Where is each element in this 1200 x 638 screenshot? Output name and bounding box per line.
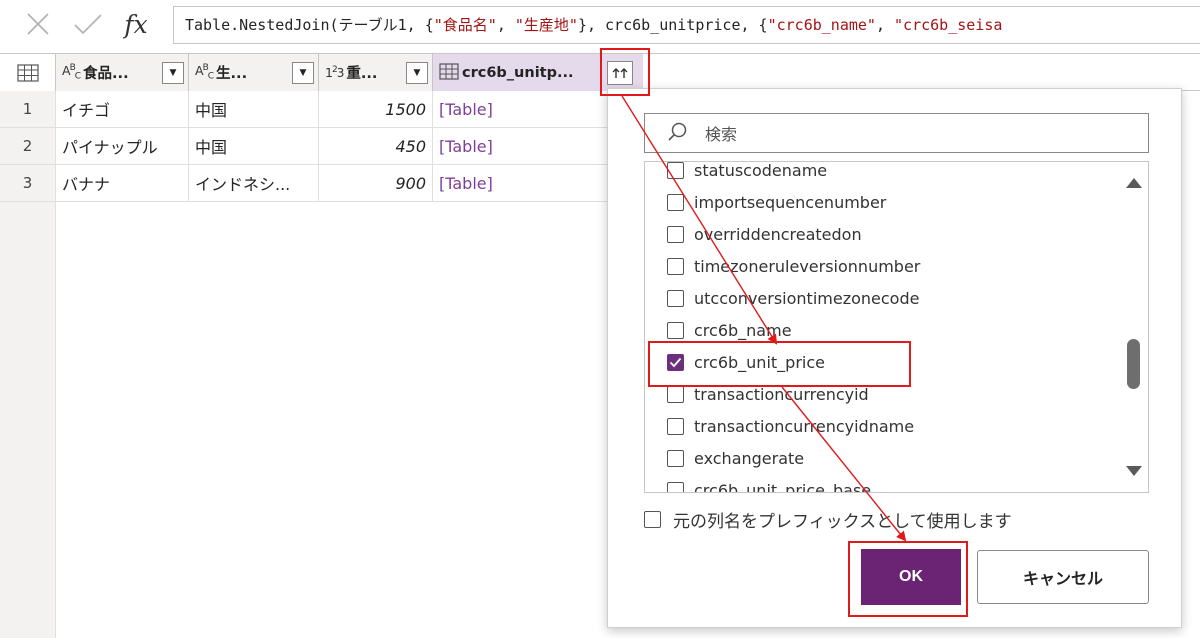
search-placeholder: 検索	[705, 125, 738, 144]
row-number: 3	[0, 165, 56, 202]
formula-string: "crc6b_seisa	[894, 16, 1003, 34]
checkbox[interactable]	[667, 321, 684, 339]
search-input[interactable]: 検索	[644, 113, 1149, 153]
formula-input[interactable]: Table.NestedJoin(テーブル1, {"食品名", "生産地"}, …	[173, 6, 1200, 44]
list-item[interactable]: crc6b_name	[645, 314, 1115, 346]
cell-food-name[interactable]: イチゴ	[56, 91, 189, 128]
text-type-icon: ABC	[62, 63, 81, 82]
cell-table-link[interactable]: [Table]	[433, 128, 620, 165]
list-item-label: crc6b_unit_price_base	[694, 480, 872, 493]
checkbox[interactable]	[667, 162, 684, 179]
list-item[interactable]: exchangerate	[645, 442, 1115, 474]
table-row: 2 パイナップル 中国 450 [Table]	[0, 128, 620, 165]
cell-origin[interactable]: 中国	[189, 128, 319, 165]
checkbox[interactable]	[667, 225, 684, 243]
fx-icon[interactable]: fx	[118, 8, 154, 40]
list-item-label: timezoneruleversionnumber	[694, 256, 921, 276]
grid-header: ABC 食品... ▼ ABC 生... ▼ 123 重... ▼ crc6b_…	[0, 53, 1200, 91]
formula-bar: fx Table.NestedJoin(テーブル1, {"食品名", "生産地"…	[0, 0, 1200, 50]
check-icon[interactable]	[72, 8, 104, 40]
column-header-food-name[interactable]: ABC 食品... ▼	[56, 54, 189, 91]
formula-text: Table.NestedJoin(テーブル1, {	[185, 16, 434, 34]
list-item-label: crc6b_name	[694, 320, 792, 340]
list-item-label: overriddencreatedon	[694, 224, 862, 244]
filter-dropdown-icon[interactable]: ▼	[162, 61, 184, 84]
list-item-label: exchangerate	[694, 448, 805, 468]
column-label: 重...	[346, 66, 378, 82]
prefix-checkbox[interactable]	[644, 511, 661, 528]
checkbox[interactable]	[667, 449, 684, 467]
column-header-origin[interactable]: ABC 生... ▼	[189, 54, 319, 91]
filter-dropdown-icon[interactable]: ▼	[292, 61, 314, 84]
row-number: 1	[0, 91, 56, 128]
table-menu-icon[interactable]	[0, 54, 56, 91]
column-label: 食品...	[83, 66, 129, 82]
formula-text: }, crc6b_unitprice, {	[577, 16, 768, 34]
list-item-label: statuscodename	[694, 161, 828, 180]
cancel-button[interactable]: キャンセル	[977, 550, 1149, 604]
search-icon	[666, 120, 692, 146]
column-header-weight[interactable]: 123 重... ▼	[319, 54, 433, 91]
formula-string: "食品名"	[433, 16, 497, 34]
list-item[interactable]: importsequencenumber	[645, 186, 1115, 218]
column-header-unitprice[interactable]: crc6b_unitp...	[433, 54, 603, 91]
list-item[interactable]: transactioncurrencyid	[645, 378, 1115, 410]
check-icon	[669, 357, 682, 367]
formula-string: "crc6b_name"	[767, 16, 876, 34]
checkbox[interactable]	[667, 289, 684, 307]
list-item[interactable]: transactioncurrencyidname	[645, 410, 1115, 442]
row-gutter	[0, 202, 56, 638]
list-item[interactable]: crc6b_unit_price	[645, 346, 1115, 378]
checkbox[interactable]	[667, 481, 684, 492]
ok-button[interactable]: OK	[861, 549, 961, 605]
expand-column-icon[interactable]	[607, 61, 633, 85]
list-item[interactable]: statuscodename	[645, 161, 1115, 186]
list-item-label: transactioncurrencyidname	[694, 416, 915, 436]
text-type-icon: ABC	[195, 63, 214, 82]
scroll-down-icon[interactable]	[1126, 466, 1142, 476]
table-type-icon	[439, 62, 459, 83]
list-item[interactable]: crc6b_unit_price_base	[645, 474, 1115, 493]
list-item[interactable]: timezoneruleversionnumber	[645, 250, 1115, 282]
list-item-label: transactioncurrencyid	[694, 384, 869, 404]
prefix-option[interactable]: 元の列名をプレフィックスとして使用します	[644, 507, 1012, 532]
cell-table-link[interactable]: [Table]	[433, 165, 620, 202]
cell-origin[interactable]: インドネシ...	[189, 165, 319, 202]
scroll-thumb[interactable]	[1127, 339, 1140, 389]
table-row: 3 バナナ インドネシ... 900 [Table]	[0, 165, 620, 202]
formula-text: ,	[875, 16, 895, 34]
list-item-label: importsequencenumber	[694, 192, 887, 212]
list-item[interactable]: utcconversiontimezonecode	[645, 282, 1115, 314]
checkbox[interactable]	[667, 193, 684, 211]
cell-weight[interactable]: 900	[319, 165, 433, 202]
cell-table-link[interactable]: [Table]	[433, 91, 620, 128]
list-item-label: crc6b_unit_price	[694, 352, 825, 372]
checkbox[interactable]	[667, 257, 684, 275]
column-label: 生...	[216, 66, 248, 82]
scroll-up-icon[interactable]	[1126, 178, 1142, 188]
checkbox[interactable]	[667, 385, 684, 403]
row-number: 2	[0, 128, 56, 165]
close-icon[interactable]	[22, 8, 54, 40]
column-label: crc6b_unitp...	[462, 64, 574, 81]
cell-origin[interactable]: 中国	[189, 91, 319, 128]
list-item-label: utcconversiontimezonecode	[694, 288, 920, 308]
number-type-icon: 123	[325, 64, 344, 81]
cell-weight[interactable]: 450	[319, 128, 433, 165]
expand-columns-popup: 検索 statuscodename importsequencenumber ove…	[607, 88, 1182, 628]
prefix-label: 元の列名をプレフィックスとして使用します	[673, 512, 1012, 532]
checkbox[interactable]	[667, 417, 684, 435]
table-row: 1 イチゴ 中国 1500 [Table]	[0, 91, 620, 128]
cell-food-name[interactable]: パイナップル	[56, 128, 189, 165]
formula-text: ,	[496, 16, 515, 34]
formula-string: "生産地"	[514, 16, 578, 34]
list-item[interactable]: overriddencreatedon	[645, 218, 1115, 250]
checkbox-checked[interactable]	[667, 353, 684, 371]
cell-food-name[interactable]: バナナ	[56, 165, 189, 202]
filter-dropdown-icon[interactable]: ▼	[406, 61, 428, 84]
cell-weight[interactable]: 1500	[319, 91, 433, 128]
column-list[interactable]: statuscodename importsequencenumber overri…	[644, 161, 1149, 493]
list-scrollbar[interactable]	[1120, 162, 1148, 492]
column-list-items: statuscodename importsequencenumber overri…	[645, 161, 1115, 493]
